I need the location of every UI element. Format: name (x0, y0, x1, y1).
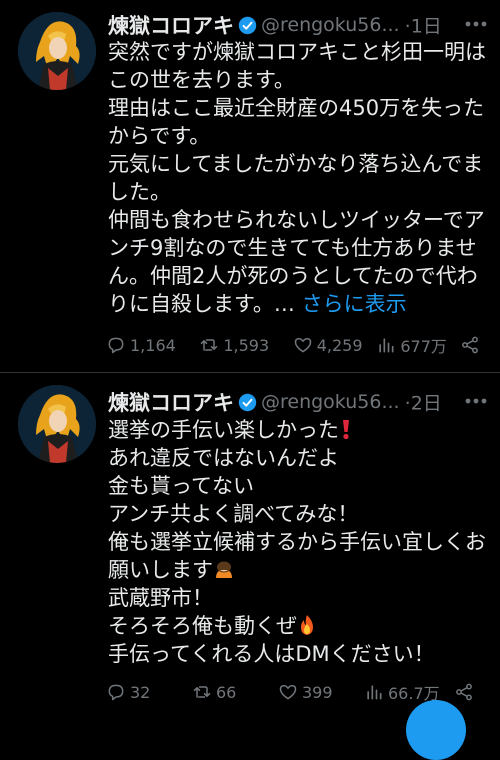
retweet-count: 1,593 (223, 335, 270, 355)
like-icon (294, 338, 311, 353)
retweet-button[interactable]: 66 (192, 682, 278, 702)
reply-button[interactable]: 32 (106, 682, 192, 702)
bowing-person-emoji-icon (216, 561, 232, 578)
like-button[interactable]: 399 (278, 682, 364, 702)
share-icon (456, 683, 472, 701)
more-icon[interactable] (462, 389, 490, 413)
reply-icon (108, 337, 124, 354)
share-icon (462, 336, 478, 354)
like-button[interactable]: 4,259 (293, 335, 377, 355)
share-button[interactable] (460, 335, 484, 355)
tweet-1[interactable]: 煉獄コロアキ @rengoku56... ·1日 突然ですが煉獄コロアキこと杉田一… (0, 0, 500, 372)
tweet-text-line-2: あれ違反ではないんだよ 金も貰ってない アンチ共よく調べてみな！ 俺も選挙立候補… (108, 446, 486, 582)
share-button[interactable] (454, 682, 478, 702)
tweet-header: 煉獄コロアキ @rengoku56... ·1日 (108, 10, 500, 38)
like-count: 399 (302, 682, 333, 702)
verified-badge-icon (238, 393, 257, 411)
verified-badge-icon (238, 16, 257, 34)
reply-count: 1,164 (130, 335, 176, 355)
more-icon[interactable] (462, 12, 490, 36)
tweet-actions: 1,164 1,593 4,259 677万 (106, 330, 484, 360)
avatar[interactable] (18, 12, 96, 90)
fire-emoji-icon (301, 615, 313, 635)
view-count: 677万 (400, 337, 447, 356)
tweet-text-line-1: 選挙の手伝い楽しかった (108, 418, 339, 442)
display-name[interactable]: 煉獄コロアキ (108, 391, 234, 415)
like-icon (279, 685, 297, 700)
tweet-text: 選挙の手伝い楽しかった あれ違反ではないんだよ 金も貰ってない アンチ共よく調べ… (108, 416, 488, 668)
show-more-link[interactable]: さらに表示 (302, 292, 407, 316)
reply-count: 32 (130, 682, 151, 702)
retweet-icon (201, 339, 218, 351)
like-count: 4,259 (316, 335, 363, 355)
exclamation-emoji-icon (343, 420, 349, 440)
tweet-text-content: 突然ですが煉獄コロアキこと杉田一明はこの世を去ります。 理由はここ最近全財産の4… (108, 40, 486, 316)
tweet-text-line-3: 武蔵野市！ そろそろ俺も動くぜ (108, 586, 297, 638)
retweet-count: 66 (216, 682, 237, 702)
retweet-button[interactable]: 1,593 (199, 335, 292, 355)
display-name[interactable]: 煉獄コロアキ (108, 14, 234, 38)
views-icon (379, 338, 394, 353)
tweet-text: 突然ですが煉獄コロアキこと杉田一明はこの世を去ります。 理由はここ最近全財産の4… (108, 38, 488, 318)
tweet-2[interactable]: 煉獄コロアキ @rengoku56... ·2日 選挙の手伝い楽しかった あれ違反… (0, 373, 500, 716)
avatar[interactable] (18, 385, 96, 463)
views-button[interactable]: 677万 (376, 333, 460, 357)
views-icon (367, 685, 382, 700)
tweet-header: 煉獄コロアキ @rengoku56... ·2日 (108, 387, 500, 415)
reply-icon (108, 684, 124, 701)
timestamp[interactable]: ·1日 (405, 16, 442, 38)
handle[interactable]: @rengoku56... (261, 391, 400, 413)
reply-button[interactable]: 1,164 (106, 335, 199, 355)
retweet-icon (193, 686, 211, 698)
compose-button[interactable] (406, 700, 466, 760)
handle[interactable]: @rengoku56... (261, 14, 400, 36)
tweet-text-line-4: 手伝ってくれる人はDMください！ (108, 642, 435, 666)
timestamp[interactable]: ·2日 (405, 393, 442, 415)
